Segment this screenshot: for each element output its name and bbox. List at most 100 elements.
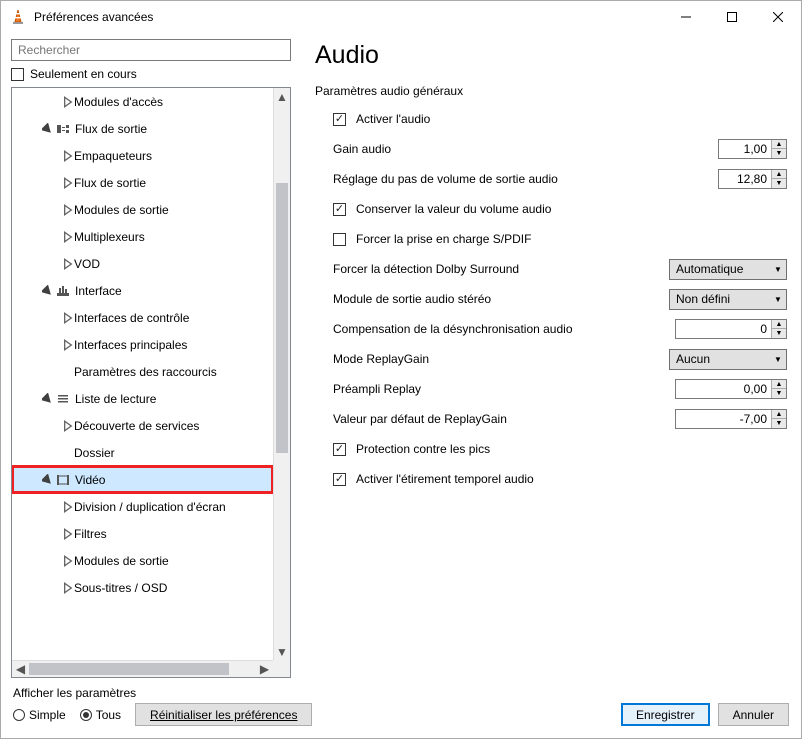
chevron-down-icon[interactable] — [42, 285, 54, 297]
tree-item[interactable]: Liste de lecture — [12, 385, 273, 412]
chevron-right-icon[interactable] — [62, 501, 74, 513]
tree-item[interactable]: Division / duplication d'écran — [12, 493, 273, 520]
spinbox-value[interactable]: 12,80 — [719, 172, 771, 186]
maximize-button[interactable] — [709, 1, 755, 33]
tree-item-label: Dossier — [74, 446, 115, 460]
spinbox[interactable]: 0▲▼ — [675, 319, 787, 339]
tree-item[interactable]: Modules de sortie — [12, 547, 273, 574]
dropdown[interactable]: Aucun▼ — [669, 349, 787, 370]
chevron-right-icon[interactable] — [62, 150, 74, 162]
tree-item[interactable]: Découverte de services — [12, 412, 273, 439]
spinbox[interactable]: 0,00▲▼ — [675, 379, 787, 399]
tree-item[interactable]: Empaqueteurs — [12, 142, 273, 169]
tree-item[interactable]: Sous-titres / OSD — [12, 574, 273, 601]
spin-up-icon[interactable]: ▲ — [772, 170, 786, 179]
field-label: Gain audio — [333, 142, 718, 156]
spinbox-value[interactable]: -7,00 — [676, 412, 771, 426]
checkbox-label: Conserver la valeur du volume audio — [356, 202, 551, 216]
category-tree: Modules d'accèsFlux de sortieEmpaqueteur… — [11, 87, 291, 678]
tree-item-label: Découverte de services — [74, 419, 199, 433]
chevron-right-icon[interactable] — [62, 528, 74, 540]
tree-item[interactable]: VOD — [12, 250, 273, 277]
spin-up-icon[interactable]: ▲ — [772, 380, 786, 389]
spin-down-icon[interactable]: ▼ — [772, 389, 786, 398]
chevron-right-icon[interactable] — [62, 420, 74, 432]
tree-item-label: Vidéo — [75, 473, 105, 487]
chevron-right-icon[interactable] — [62, 177, 74, 189]
tree-item-label: Division / duplication d'écran — [74, 500, 226, 514]
chevron-down-icon[interactable] — [42, 123, 54, 135]
tree-vertical-scrollbar[interactable]: ▲▼ — [273, 88, 290, 660]
save-button[interactable]: Enregistrer — [621, 703, 710, 726]
search-input[interactable] — [11, 39, 291, 61]
radio-simple-label: Simple — [29, 708, 66, 722]
tree-item[interactable]: Paramètres des raccourcis — [12, 358, 273, 385]
plist-icon — [54, 392, 72, 406]
panel-title: Audio — [315, 41, 787, 70]
chevron-down-icon[interactable] — [42, 474, 54, 486]
tree-item[interactable]: Flux de sortie — [12, 169, 273, 196]
spin-down-icon[interactable]: ▼ — [772, 419, 786, 428]
close-button[interactable] — [755, 1, 801, 33]
spin-down-icon[interactable]: ▼ — [772, 149, 786, 158]
spinbox-value[interactable]: 1,00 — [719, 142, 771, 156]
spin-down-icon[interactable]: ▼ — [772, 329, 786, 338]
spinbox-value[interactable]: 0,00 — [676, 382, 771, 396]
spinbox-value[interactable]: 0 — [676, 322, 771, 336]
spin-up-icon[interactable]: ▲ — [772, 320, 786, 329]
tree-item-label: Interfaces de contrôle — [74, 311, 189, 325]
field-label: Préampli Replay — [333, 382, 675, 396]
chevron-right-icon[interactable] — [62, 96, 74, 108]
chevron-right-icon[interactable] — [62, 582, 74, 594]
field-label: Mode ReplayGain — [333, 352, 669, 366]
dropdown-value: Non défini — [670, 292, 770, 306]
checkbox[interactable] — [333, 203, 346, 216]
chevron-right-icon[interactable] — [62, 312, 74, 324]
dropdown-value: Aucun — [670, 352, 770, 366]
tree-item[interactable]: Interfaces principales — [12, 331, 273, 358]
tree-item[interactable]: Dossier — [12, 439, 273, 466]
cancel-button[interactable]: Annuler — [718, 703, 789, 726]
chevron-down-icon[interactable] — [42, 393, 54, 405]
tree-item[interactable]: Modules d'accès — [12, 88, 273, 115]
tree-item[interactable]: Multiplexeurs — [12, 223, 273, 250]
checkbox[interactable] — [333, 113, 346, 126]
tree-item[interactable]: Interfaces de contrôle — [12, 304, 273, 331]
only-loaded-checkbox[interactable] — [11, 68, 24, 81]
spinbox[interactable]: 1,00▲▼ — [718, 139, 787, 159]
dropdown[interactable]: Non défini▼ — [669, 289, 787, 310]
tree-horizontal-scrollbar[interactable]: ◀▶ — [12, 660, 273, 677]
chevron-right-icon[interactable] — [62, 258, 74, 270]
spin-up-icon[interactable]: ▲ — [772, 140, 786, 149]
tree-item[interactable]: Interface — [12, 277, 273, 304]
field-label: Module de sortie audio stéréo — [333, 292, 669, 306]
checkbox-label: Activer l'étirement temporel audio — [356, 472, 534, 486]
tree-item-label: VOD — [74, 257, 100, 271]
reset-button[interactable]: Réinitialiser les préférences — [135, 703, 312, 726]
tree-item[interactable]: Modules de sortie — [12, 196, 273, 223]
spinbox[interactable]: 12,80▲▼ — [718, 169, 787, 189]
radio-simple[interactable] — [13, 709, 25, 721]
chevron-right-icon[interactable] — [62, 555, 74, 567]
checkbox[interactable] — [333, 233, 346, 246]
spin-up-icon[interactable]: ▲ — [772, 410, 786, 419]
tree-item[interactable]: Vidéo — [12, 466, 273, 493]
chevron-right-icon[interactable] — [62, 231, 74, 243]
chevron-right-icon[interactable] — [62, 204, 74, 216]
tree-item-label: Modules de sortie — [74, 554, 169, 568]
tree-item-label: Paramètres des raccourcis — [74, 365, 217, 379]
tree-item[interactable]: Filtres — [12, 520, 273, 547]
vlc-cone-icon — [9, 8, 27, 26]
chevron-right-icon[interactable] — [62, 339, 74, 351]
field-label: Compensation de la désynchronisation aud… — [333, 322, 675, 336]
checkbox[interactable] — [333, 473, 346, 486]
checkbox[interactable] — [333, 443, 346, 456]
radio-all[interactable] — [80, 709, 92, 721]
minimize-button[interactable] — [663, 1, 709, 33]
spin-down-icon[interactable]: ▼ — [772, 179, 786, 188]
spinbox[interactable]: -7,00▲▼ — [675, 409, 787, 429]
tree-item[interactable]: Flux de sortie — [12, 115, 273, 142]
dropdown-value: Automatique — [670, 262, 770, 276]
dropdown[interactable]: Automatique▼ — [669, 259, 787, 280]
window-title: Préférences avancées — [34, 10, 663, 24]
